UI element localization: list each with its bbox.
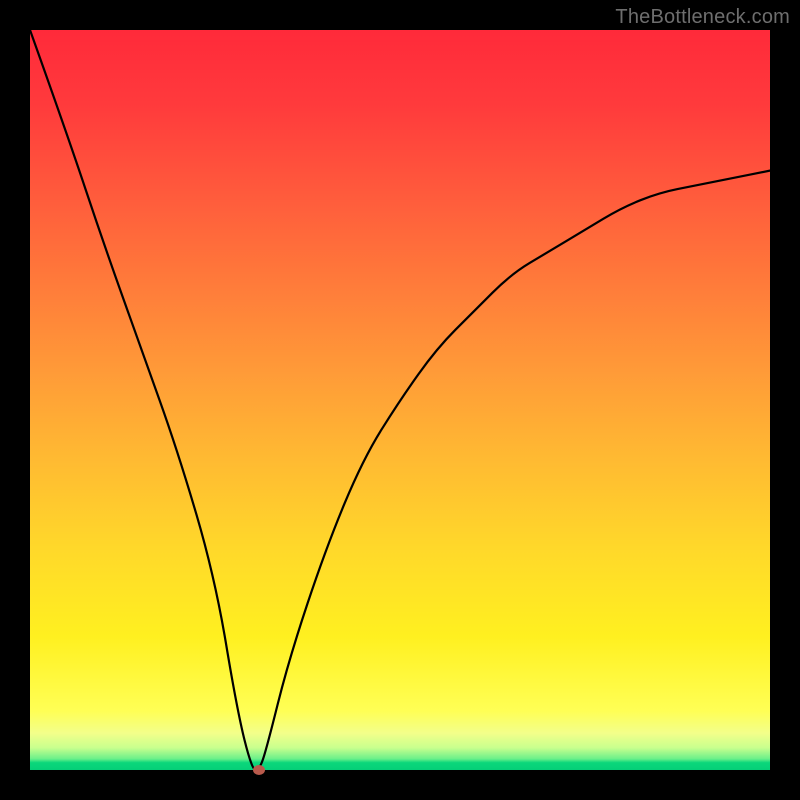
bottleneck-curve — [30, 30, 770, 770]
plot-area — [30, 30, 770, 770]
optimum-marker — [253, 765, 265, 775]
watermark-text: TheBottleneck.com — [615, 6, 790, 29]
chart-frame: TheBottleneck.com — [0, 0, 800, 800]
curve-path — [30, 30, 770, 770]
